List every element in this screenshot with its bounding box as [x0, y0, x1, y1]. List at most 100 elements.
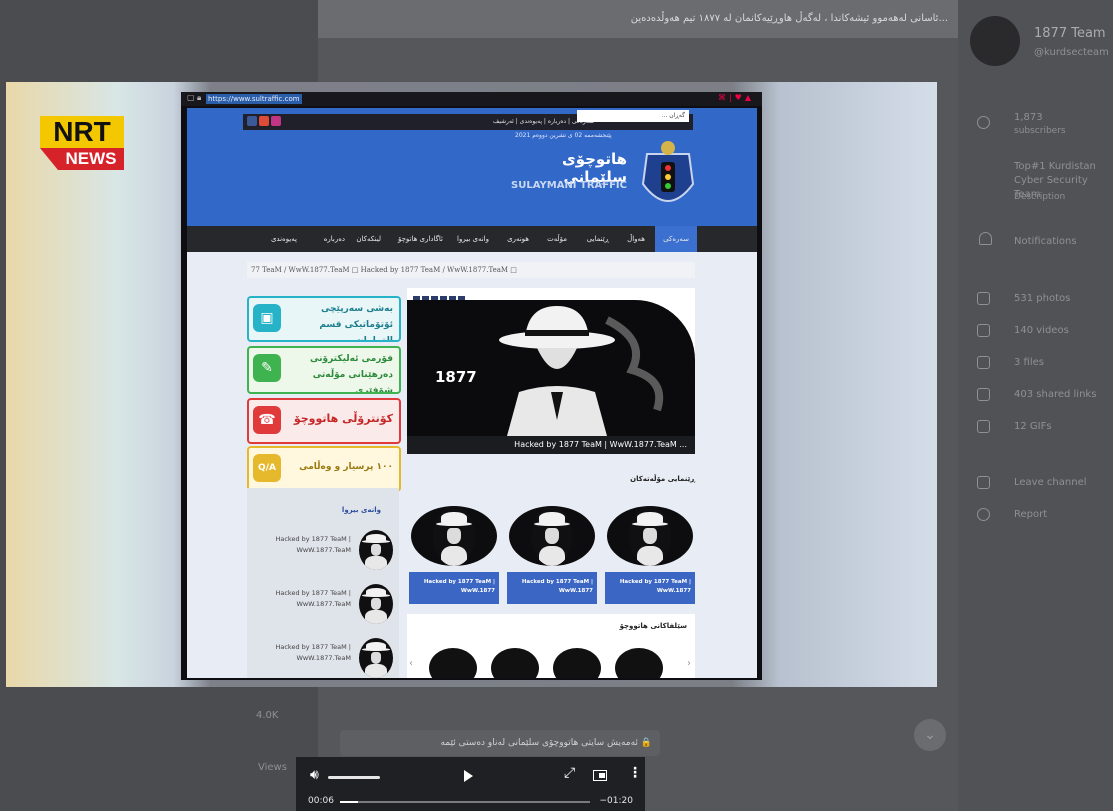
site-search-input: گەڕان ...	[577, 110, 689, 122]
more-options-icon[interactable]: ⋮	[628, 765, 642, 781]
article-card: Hacked by 1877 TeaM | WwW.1877	[409, 506, 499, 606]
notifications-label[interactable]: Notifications	[1014, 236, 1077, 247]
feed-top-message: ...ئاسانی لەهەموو ئیشەکاندا ، لەگەڵ هاوڕ…	[318, 0, 958, 38]
news-ticker: 77 TeaM / WwW.1877.TeaM □ Hacked by 1877…	[247, 262, 695, 278]
site-title-english: SULAYMANI TRAFFIC	[511, 180, 627, 191]
form-icon: ✎	[253, 354, 281, 382]
lock-icon: 🔒︎	[197, 93, 202, 102]
article-card: Hacked by 1877 TeaM | WwW.1877	[507, 506, 597, 606]
article-thumbnail	[607, 506, 693, 566]
progress-track[interactable]	[340, 801, 590, 803]
nav-home: سەرەکی	[655, 226, 697, 252]
sidebox-title: وانەی بیروا	[341, 506, 381, 514]
subscribers-count: 1,873	[1014, 112, 1043, 123]
banner-violations: ▣ بەشی سەرپێچی ئۆتۆماتیکی قسم الغرامات	[247, 296, 401, 342]
browser-url-bar: ▢ 🔒︎ https://www.sultraffic.com ⌘|♥▲	[181, 92, 762, 106]
channel-avatar[interactable]	[970, 16, 1020, 66]
website-page: سەرەکی | دەربارە | پەیوەندی | ئەرشیف گەڕ…	[187, 108, 757, 678]
section-heading-traffic: سێلفاکانی هاتووچۆ	[619, 622, 687, 630]
camera-icon: ▣	[253, 304, 281, 332]
stat-gifs[interactable]: 12 GIFs	[1014, 421, 1052, 432]
hero-caption: Hacked by 1877 TeaM | WwW.1877.TeaM ...	[407, 436, 695, 454]
channel-name: 1877 Team	[1034, 26, 1106, 41]
browser-url: https://www.sultraffic.com	[206, 94, 302, 104]
time-remaining: −01:20	[599, 796, 633, 806]
hacker-hero-image: 1877	[407, 300, 695, 436]
channel-handle: @kurdsecteam	[1034, 47, 1109, 58]
stat-videos[interactable]: 140 videos	[1014, 325, 1069, 336]
video-frame[interactable]: NRT NEWS ▢ 🔒︎ https://www.sultraffic.com…	[6, 82, 937, 687]
nav-license: مۆڵەت	[547, 235, 567, 243]
article-thumbnail	[509, 506, 595, 566]
site-navbar: سەرەکی هەواڵ ڕێنمایی مۆڵەت هونەری وانەی …	[187, 226, 757, 252]
volume-slider[interactable]	[328, 776, 380, 779]
article-card: Hacked by 1877 TeaM | WwW.1877	[605, 506, 695, 606]
video-icon	[977, 324, 990, 337]
traffic-police-emblem	[641, 141, 695, 202]
article-title: Hacked by 1877 TeaM | WwW.1877	[409, 572, 499, 604]
progress-fill	[340, 801, 358, 803]
nav-contact: پەیوەندی	[270, 235, 297, 243]
side-item: Hacked by 1877 TeaM | WwW.1877.TeaM	[255, 582, 395, 628]
site-header: سەرەکی | دەربارە | پەیوەندی | ئەرشیف گەڕ…	[187, 108, 757, 226]
instagram-icon	[271, 116, 281, 126]
article-title: Hacked by 1877 TeaM | WwW.1877	[605, 572, 695, 604]
video-player-controls: 🔊︎ ⤢ ⋮ 00:06 −01:20	[296, 757, 645, 811]
nav-links: لینکەکان	[356, 235, 381, 243]
arrow-left-icon: ‹	[409, 658, 413, 669]
browser-extension-icons: ⌘|♥▲	[717, 93, 754, 102]
banner-hotline: ☎ کۆنترۆڵی هاتووچۆ ١٨٨	[247, 398, 401, 444]
facebook-icon	[247, 116, 257, 126]
nav-about: دەربارە	[323, 235, 345, 243]
volume-icon[interactable]: 🔊︎	[310, 767, 319, 783]
stat-photos[interactable]: 531 photos	[1014, 293, 1070, 304]
nav-guide: ڕێنمایی	[586, 235, 609, 243]
gallery-thumb	[553, 648, 601, 678]
leave-icon	[977, 476, 990, 489]
nav-technical: هونەری	[507, 235, 529, 243]
section-heading-reports: ڕێنمایی مۆڵەتەکان	[630, 475, 695, 483]
feed-caption	[318, 687, 718, 709]
gallery-thumb	[429, 648, 477, 678]
description-label: Description	[1014, 192, 1066, 202]
gallery-thumb	[615, 648, 663, 678]
info-icon	[977, 116, 990, 129]
phone-icon: ☎	[253, 406, 281, 434]
photo-icon	[977, 292, 990, 305]
gallery-thumb	[491, 648, 539, 678]
fullscreen-icon[interactable]: ⤢	[564, 765, 575, 781]
bell-icon	[979, 232, 992, 245]
report-link[interactable]: Report	[1014, 509, 1047, 520]
views-count: 4.0K	[256, 710, 279, 721]
hero-slider: 1877 Hacked by 1877 TeaM | WwW.1877.TeaM…	[407, 288, 695, 454]
hacker-avatar	[359, 530, 393, 570]
views-label: Views	[258, 762, 287, 773]
banner-eform: ✎ فۆرمی ئەلیکترۆنی دەرهێنانی مۆڵەتی شۆفێ…	[247, 346, 401, 394]
article-thumbnail	[411, 506, 497, 566]
hacker-avatar	[359, 638, 393, 678]
report-icon	[977, 508, 990, 521]
reply-preview[interactable]: 🔒 ئەمەیش سایتی هاتووچۆی سلێمانی لەناو دە…	[340, 730, 660, 756]
play-icon[interactable]	[464, 770, 473, 782]
site-date: پێنجشەممە 02 ی تشرین دووەم 2021	[515, 132, 612, 139]
nrt-news-logo: NRT NEWS	[40, 116, 124, 176]
qa-icon: Q/A	[253, 454, 281, 482]
subscribers-label: subscribers	[1014, 126, 1066, 136]
sidebox-lessons: وانەی بیروا Hacked by 1877 TeaM | WwW.18…	[247, 488, 399, 678]
file-icon	[977, 356, 990, 369]
hacker-avatar	[359, 584, 393, 624]
tab-icon: ▢	[187, 93, 195, 102]
youtube-icon	[259, 116, 269, 126]
nav-lessons: وانەی بیروا	[457, 235, 489, 243]
link-icon	[977, 388, 990, 401]
hero-number: 1877	[435, 368, 477, 386]
browser-window: ▢ 🔒︎ https://www.sultraffic.com ⌘|♥▲ سەر…	[181, 92, 762, 680]
logo-nrt-text: NRT	[40, 116, 124, 148]
scroll-down-button[interactable]: ⌄	[914, 719, 946, 751]
stat-links[interactable]: 403 shared links	[1014, 389, 1096, 400]
stat-files[interactable]: 3 files	[1014, 357, 1044, 368]
leave-channel[interactable]: Leave channel	[1014, 477, 1087, 488]
side-item: Hacked by 1877 TeaM | WwW.1877.TeaM	[255, 528, 395, 574]
nav-news: هەواڵ	[627, 235, 645, 243]
side-item: Hacked by 1877 TeaM | WwW.1877.TeaM	[255, 636, 395, 678]
